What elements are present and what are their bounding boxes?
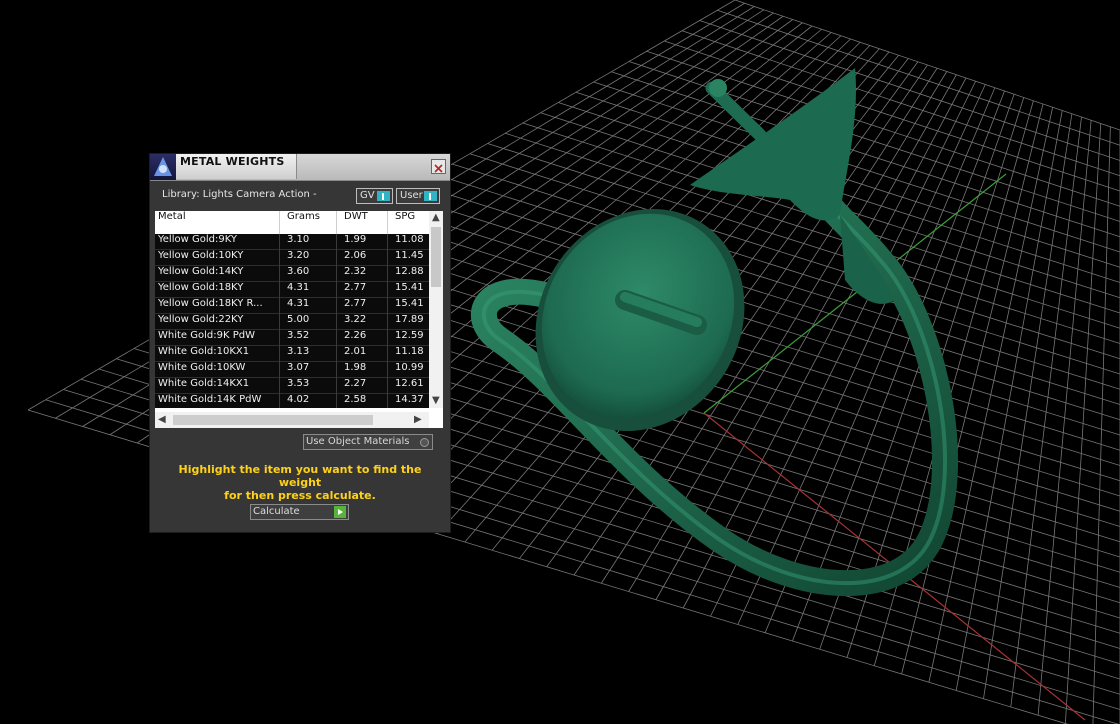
scroll-right-icon[interactable]: ▶ <box>414 414 422 425</box>
library-label: Library: Lights Camera Action - <box>162 189 317 200</box>
scroll-down-icon[interactable]: ▼ <box>432 395 440 406</box>
close-button[interactable] <box>431 159 446 174</box>
spg-cell: 15.41 <box>395 298 424 309</box>
list-row[interactable]: Yellow Gold:10KY 3.20 2.06 11.45 <box>155 250 429 266</box>
spg-cell: 14.37 <box>395 394 424 405</box>
grid-line <box>955 110 1063 691</box>
list-row[interactable]: Yellow Gold:18KY R... 4.31 2.77 15.41 <box>155 298 429 314</box>
column-header-dwt[interactable]: DWT <box>341 211 388 234</box>
list-header: Metal Grams DWT SPG <box>155 211 429 234</box>
gv-toggle[interactable]: GV <box>356 188 393 204</box>
user-toggle[interactable]: User <box>396 188 440 204</box>
scroll-up-icon[interactable]: ▲ <box>432 212 440 223</box>
metal-cell: Yellow Gold:10KY <box>155 250 280 266</box>
panel-title: METAL WEIGHTS <box>180 155 285 168</box>
vertical-scroll-thumb[interactable] <box>431 227 441 287</box>
grams-cell: 3.10 <box>284 234 337 250</box>
grams-cell: 4.31 <box>284 298 337 314</box>
metal-cell: Yellow Gold:9KY <box>155 234 280 250</box>
spg-cell: 15.41 <box>395 282 424 293</box>
list-row[interactable]: Yellow Gold:14KY 3.60 2.32 12.88 <box>155 266 429 282</box>
metal-cell: Yellow Gold:22KY <box>155 314 280 330</box>
use-object-materials-label: Use Object Materials <box>306 436 410 447</box>
metal-weights-panel: METAL WEIGHTS Library: Lights Camera Act… <box>150 154 450 532</box>
dwt-cell: 2.01 <box>341 346 388 362</box>
grams-cell: 3.20 <box>284 250 337 266</box>
grams-cell: 3.60 <box>284 266 337 282</box>
radio-icon <box>420 438 429 447</box>
grid-line <box>983 113 1073 699</box>
instruction-line-1: Highlight the item you want to find the … <box>178 463 422 489</box>
dwt-cell: 2.06 <box>341 250 388 266</box>
column-header-grams[interactable]: Grams <box>284 211 337 234</box>
dwt-cell: 1.98 <box>341 362 388 378</box>
list-row[interactable]: Yellow Gold:9KY 3.10 1.99 11.08 <box>155 234 429 250</box>
spg-cell: 12.59 <box>395 330 424 341</box>
gv-label: GV <box>360 190 375 201</box>
dwt-cell: 2.77 <box>341 298 388 314</box>
metal-cell: White Gold:10KW <box>155 362 280 378</box>
list-row[interactable]: Yellow Gold:22KY 5.00 3.22 17.89 <box>155 314 429 330</box>
spg-cell: 12.61 <box>395 378 424 389</box>
metal-list[interactable]: Metal Grams DWT SPG Yellow Gold:9KY 3.10 1… <box>155 211 443 428</box>
app-logo-icon <box>150 154 176 180</box>
ring-model[interactable] <box>470 68 958 597</box>
spg-cell: 12.88 <box>395 266 424 277</box>
metal-cell: White Gold:14K PdW <box>155 394 280 408</box>
metal-cell: Yellow Gold:18KY R... <box>155 298 280 314</box>
grams-cell: 4.02 <box>284 394 337 408</box>
spg-cell: 11.45 <box>395 250 424 261</box>
grams-cell: 4.31 <box>284 282 337 298</box>
spg-cell: 11.08 <box>395 234 424 245</box>
use-object-materials-toggle[interactable]: Use Object Materials <box>303 434 433 450</box>
grams-cell: 5.00 <box>284 314 337 330</box>
dwt-cell: 3.22 <box>341 314 388 330</box>
grid-line <box>734 0 1120 131</box>
dwt-cell: 2.32 <box>341 266 388 282</box>
calculate-label: Calculate <box>253 506 300 517</box>
calculate-button[interactable]: Calculate <box>250 504 349 520</box>
metal-cell: White Gold:9K PdW <box>155 330 280 346</box>
metal-cell: Yellow Gold:14KY <box>155 266 280 282</box>
toggle-icon <box>377 191 390 201</box>
toggle-icon <box>424 191 437 201</box>
instruction-text: Highlight the item you want to find the … <box>160 463 440 502</box>
list-row[interactable]: White Gold:14K PdW 4.02 2.58 14.37 <box>155 394 429 408</box>
horizontal-scrollbar[interactable]: ◀ ▶ <box>155 412 429 428</box>
grams-cell: 3.13 <box>284 346 337 362</box>
metal-cell: White Gold:10KX1 <box>155 346 280 362</box>
grams-cell: 3.53 <box>284 378 337 394</box>
list-row[interactable]: White Gold:9K PdW 3.52 2.26 12.59 <box>155 330 429 346</box>
list-rows: Yellow Gold:9KY 3.10 1.99 11.08 Yellow Gold… <box>155 234 429 408</box>
close-icon <box>434 164 443 173</box>
user-label: User <box>400 190 423 201</box>
dwt-cell: 2.27 <box>341 378 388 394</box>
spg-cell: 10.99 <box>395 362 424 373</box>
dwt-cell: 2.77 <box>341 282 388 298</box>
play-icon <box>334 506 346 518</box>
list-row[interactable]: Yellow Gold:18KY 4.31 2.77 15.41 <box>155 282 429 298</box>
dwt-cell: 2.26 <box>341 330 388 346</box>
column-header-spg[interactable]: SPG <box>392 211 429 234</box>
grams-cell: 3.52 <box>284 330 337 346</box>
dwt-cell: 1.99 <box>341 234 388 250</box>
grams-cell: 3.07 <box>284 362 337 378</box>
metal-cell: White Gold:14KX1 <box>155 378 280 394</box>
list-row[interactable]: White Gold:14KX1 3.53 2.27 12.61 <box>155 378 429 394</box>
horizontal-scroll-thumb[interactable] <box>173 415 373 425</box>
spg-cell: 11.18 <box>395 346 424 357</box>
column-header-metal[interactable]: Metal <box>155 211 280 234</box>
list-row[interactable]: White Gold:10KX1 3.13 2.01 11.18 <box>155 346 429 362</box>
list-row[interactable]: White Gold:10KW 3.07 1.98 10.99 <box>155 362 429 378</box>
dwt-cell: 2.58 <box>341 394 388 408</box>
spg-cell: 17.89 <box>395 314 424 325</box>
vertical-scrollbar[interactable]: ▲ ▼ <box>429 211 443 408</box>
instruction-line-2: for then press calculate. <box>224 489 376 502</box>
panel-titlebar[interactable]: METAL WEIGHTS <box>150 154 450 181</box>
metal-cell: Yellow Gold:18KY <box>155 282 280 298</box>
scroll-left-icon[interactable]: ◀ <box>158 414 166 425</box>
